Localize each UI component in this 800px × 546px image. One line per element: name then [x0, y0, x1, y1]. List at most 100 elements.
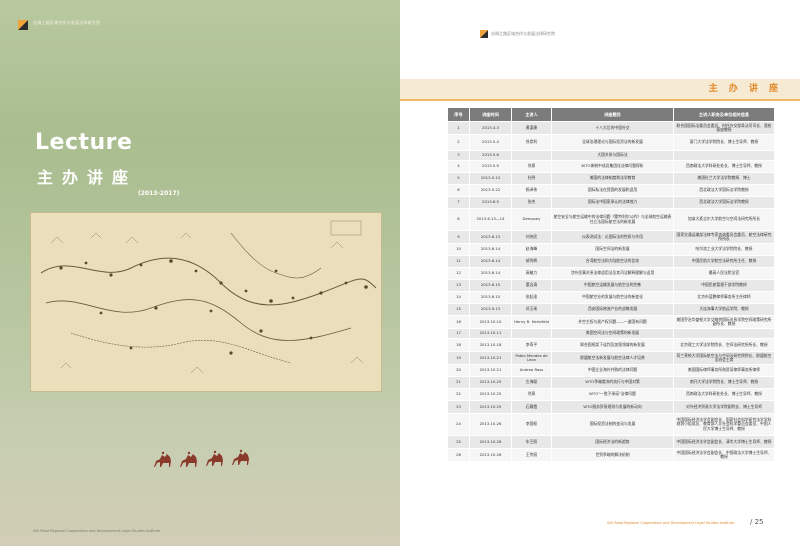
- left-footer: Silk Road Regional Cooperation and Devel…: [33, 529, 161, 533]
- cell-no: 5: [447, 172, 470, 185]
- cell-speaker: 李寿平: [511, 338, 552, 352]
- left-page: 丝绸之路区域合作与发展法律研究院 Lecture 主办讲座 (2013-2017…: [0, 0, 400, 546]
- cell-info: 加拿大麦吉尔大学航空与空间法研究所所长: [673, 208, 775, 231]
- cell-speaker: 杜明: [511, 172, 552, 185]
- table-row: 19 2013.10.21 Pablo Mendes de Leon 欧盟航空法新发展…: [447, 351, 775, 365]
- cell-speaker: 左海聪: [511, 376, 552, 389]
- cell-no: 25: [447, 435, 470, 449]
- cell-no: 3: [447, 150, 470, 161]
- table-body: 1 2013.4.3 黄惠康 十八大后的中国外交 联合国国际法委员会委员、时任外交部条法…: [447, 121, 775, 462]
- cell-topic: 台湾航空法和大陆航空法的比较: [551, 255, 674, 268]
- cell-topic: 世贸争端的解决机制: [551, 448, 674, 462]
- cell-speaker: Dempsey: [511, 208, 552, 231]
- table-row: 11 2013.6.14 郝秀辉 台湾航空法和大陆航空法的比较 中国民航大学航空法研究所…: [447, 255, 775, 268]
- cell-no: 22: [447, 388, 470, 401]
- cell-topic: 美国空间法与空间政策的新发展: [551, 328, 674, 339]
- cell-topic: WTO服务贸易规则与发展的新动向: [551, 400, 674, 414]
- header-topic: 讲座题目: [551, 107, 674, 122]
- cell-info: 中国民航大学航空法研究所主任、教授: [673, 255, 775, 268]
- table-row: 13 2013.6.15 董念清 中国航空运输发展与航空法的完善 中国民航管理干部学院教…: [447, 279, 775, 292]
- cell-speaker: Pablo Mendes de Leon: [511, 351, 552, 365]
- cell-date: 2013.10.26: [469, 435, 512, 449]
- cell-info: 中国国际经济法学会副会长、中国政法大学博士生导师、教授: [673, 448, 775, 462]
- table-row: 21 2013.10.25 左海聪 WTO争端裁决的执行与中国对策 南开大学法学院院长、…: [447, 376, 775, 389]
- cell-no: 8: [447, 208, 470, 231]
- cell-speaker: 高敏力: [511, 267, 552, 280]
- page-title-chinese: 主办讲座: [37, 168, 138, 187]
- cell-speaker: 杨泽伟: [511, 184, 552, 197]
- cell-date: 2013.6.15: [469, 279, 512, 292]
- magazine-spread: 丝绸之路区域合作与发展法律研究院 Lecture 主办讲座 (2013-2017…: [0, 0, 800, 546]
- cell-date: 2013.5.9: [469, 160, 512, 173]
- cell-info: 美国乔治华盛顿大学艾略特国际关系学院空间政策研究所副所长、教授: [673, 315, 775, 329]
- cell-info: 对外经济贸易大学法学院副院长、博士生导师: [673, 400, 775, 414]
- cell-date: 2013.10.25: [469, 376, 512, 389]
- cell-topic: WTO体制中成员集团化法律问题探析: [551, 160, 674, 173]
- table-row: 3 2013.5.6 大国关系与国际法: [447, 150, 775, 161]
- cell-date: 2013.5.6: [469, 150, 512, 161]
- cell-no: 14: [447, 291, 470, 304]
- header-speaker: 主讲人: [511, 107, 552, 122]
- header-date: 讲座时间: [469, 107, 512, 122]
- cell-info: 中国民航管理干部学院教授: [673, 279, 775, 292]
- cell-date: 2013.4.3: [469, 121, 512, 135]
- cell-no: 2: [447, 134, 470, 151]
- cell-date: 2013.10.21: [469, 364, 512, 377]
- table-row: 4 2013.5.9 徐泉 WTO体制中成员集团化法律问题探析 西南政法大学科研处处长、…: [447, 160, 775, 173]
- cell-speaker: 车丕照: [511, 435, 552, 449]
- table-row: 9 2013.6.13 刘伟民 仪表测试法：论国际法的性质与作用 国家交通运输部法律专家…: [447, 230, 775, 244]
- cell-speaker: 董念清: [511, 279, 552, 292]
- cell-info: 北京市蓝鹏律师事务所主任律师: [673, 291, 775, 304]
- cell-info: 美国杜兰大学法学院教授、博士: [673, 172, 775, 185]
- cell-date: 2013.6.15: [469, 291, 512, 304]
- cell-date: 2013.10.26: [469, 448, 512, 462]
- cell-speaker: 李国权: [511, 413, 552, 436]
- cell-info: [673, 328, 775, 339]
- institute-logo-icon: [18, 20, 28, 30]
- cell-info: 西南政法大学科研处处长、博士生导师、教授: [673, 160, 775, 173]
- cell-topic: 国际投资法制的变动与发展: [551, 413, 674, 436]
- cell-info: 美国国际律师事务所和资深律师事务所律师: [673, 364, 775, 377]
- table-header-row: 序号 讲座时间 主讲人 讲座题目 主讲人职务及单位相关信息: [447, 107, 775, 122]
- table-row: 25 2013.10.26 车丕照 国际经济法的新趋势 中国国际经济法学会副会长、清华大…: [447, 435, 775, 449]
- cell-speaker: 张起淮: [511, 291, 552, 304]
- cell-no: 6: [447, 184, 470, 197]
- cell-no: 24: [447, 413, 470, 436]
- cell-topic: 欧盟航空法新发展与航空法律人才培养: [551, 351, 674, 365]
- cell-info: 荷兰莱顿大学国际航空法与空间法研究院院长、欧盟航空法协会主席: [673, 351, 775, 365]
- cell-info: 西北政法大学国际法学院教授: [673, 184, 775, 197]
- header-no: 序号: [447, 107, 470, 122]
- cell-info: [673, 150, 775, 161]
- cell-no: 4: [447, 160, 470, 173]
- cell-topic: 联合国框架下谈判及加强领域的新发展: [551, 338, 674, 352]
- table-row: 24 2013.10.26 李国权 国际投资法制的变动与发展 中国国际经济法学会副会长、…: [447, 413, 775, 436]
- cell-speaker: 赵海峰: [511, 243, 552, 256]
- cell-topic: 国际法中国家承认的法律效力: [551, 196, 674, 209]
- cell-info: 北京理工大学法学院院长、空间法研究所所长、教授: [673, 338, 775, 352]
- cell-info: 厦门大学法学院院长、博士生导师、教授: [673, 134, 775, 151]
- cell-speaker: 王传丽: [511, 448, 552, 462]
- cell-date: 2013.10.25: [469, 400, 512, 414]
- cell-date: 2013.6.14: [469, 243, 512, 256]
- cell-date: 2013.6.13—14: [469, 208, 512, 231]
- cell-topic: 大国关系与国际法: [551, 150, 674, 161]
- cell-topic: 国际私法在我国的发展和适用: [551, 184, 674, 197]
- cell-speaker: [511, 150, 552, 161]
- silk-road-map-illustration: [30, 212, 382, 392]
- cell-no: 9: [447, 230, 470, 244]
- cell-no: 12: [447, 267, 470, 280]
- table-row: 15 2013.9.13 邓玉瑶 西安国际物流产业的战略发展 大连海事大学航运学院、教授: [447, 303, 775, 316]
- cell-speaker: [511, 328, 552, 339]
- cell-info: 中国国际经济法学会副会长、清华大学博士生导师、教授: [673, 435, 775, 449]
- cell-speaker: 黄惠康: [511, 121, 552, 135]
- table-row: 26 2013.10.26 王传丽 世贸争端的解决机制 中国国际经济法学会副会长、中国政…: [447, 448, 775, 462]
- cell-topic: 中国航空业的发展与航空法的新变化: [551, 291, 674, 304]
- table-row: 7 2013.6.5 张杰 国际法中国家承认的法律效力 西北政法大学国际法学院教授: [447, 196, 775, 209]
- cell-info: 哈尔滨工业大学法学院院长、教授: [673, 243, 775, 256]
- cell-date: 2013.6.5: [469, 196, 512, 209]
- cell-speaker: 张杰: [511, 196, 552, 209]
- table-row: 17 2013.10.11 美国空间法与空间政策的新发展: [447, 328, 775, 339]
- right-page: 丝绸之路区域合作与发展法律研究院 主 办 讲 座 序号 讲座时间 主讲人 讲座题…: [400, 0, 800, 546]
- camel-caravan-silhouette-icon: [154, 449, 249, 467]
- cell-info: 大连海事大学航运学院、教授: [673, 303, 775, 316]
